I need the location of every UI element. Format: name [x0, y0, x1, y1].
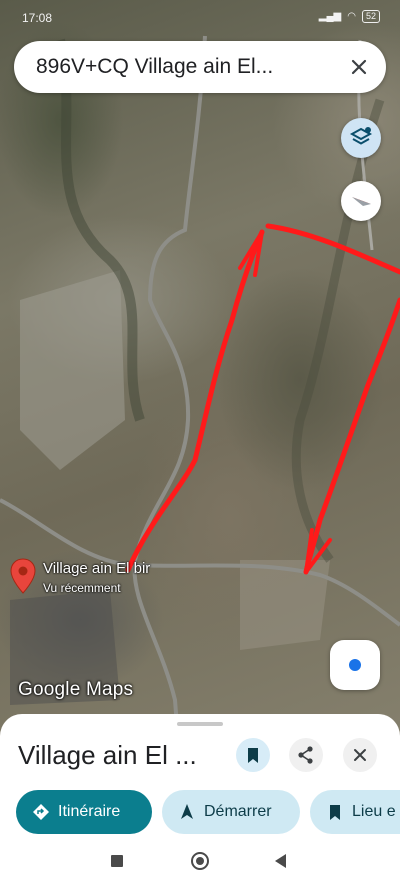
- share-icon: [298, 746, 313, 764]
- pin-label[interactable]: Village ain El bir: [43, 560, 150, 577]
- close-icon: [354, 749, 366, 761]
- directions-label: Itinéraire: [58, 803, 121, 820]
- place-title: Village ain El ...: [18, 740, 197, 770]
- satellite-map[interactable]: [0, 0, 400, 740]
- action-chips: Itinéraire Démarrer Lieu e: [0, 790, 400, 836]
- sheet-drag-handle[interactable]: [177, 722, 223, 726]
- directions-icon: [33, 804, 49, 820]
- back-button[interactable]: [275, 854, 286, 868]
- my-location-button[interactable]: [330, 640, 380, 690]
- map-pin-icon[interactable]: [10, 558, 36, 594]
- layers-icon: [349, 127, 373, 145]
- google-maps-attribution: Google Maps: [18, 679, 134, 700]
- status-bar: 17:08 ▂▄▆ ◠ 52: [0, 0, 400, 36]
- bookmark-icon: [330, 805, 340, 820]
- save-place-button[interactable]: Lieu e: [310, 790, 400, 834]
- signal-icon: ▂▄▆: [318, 11, 342, 22]
- status-time: 17:08: [22, 11, 53, 25]
- wifi-icon: ◠: [347, 11, 356, 22]
- share-button[interactable]: [289, 738, 323, 772]
- save-place-label: Lieu e: [352, 803, 396, 820]
- search-query[interactable]: 896V+CQ Village ain El...: [36, 55, 336, 79]
- compass-icon: [352, 197, 371, 206]
- battery-icon: 52: [361, 10, 380, 23]
- home-button[interactable]: [191, 852, 209, 870]
- map-overlay: [0, 35, 400, 740]
- status-icons: ▂▄▆ ◠ 52: [319, 10, 380, 23]
- compass-button[interactable]: [341, 181, 381, 221]
- close-place-button[interactable]: [343, 738, 377, 772]
- directions-button[interactable]: Itinéraire: [16, 790, 152, 834]
- save-button[interactable]: [236, 738, 270, 772]
- pin-sublabel: Vu récemment: [43, 581, 121, 595]
- bookmark-icon: [248, 748, 258, 763]
- place-sheet[interactable]: Village ain El ... Itinéraire Démarrer L…: [0, 714, 400, 842]
- recents-button[interactable]: [111, 855, 123, 867]
- location-dot-icon: [349, 659, 361, 671]
- close-icon[interactable]: [346, 54, 372, 80]
- system-nav-bar: [0, 842, 400, 888]
- layers-button[interactable]: [341, 118, 381, 158]
- search-bar[interactable]: 896V+CQ Village ain El...: [14, 41, 386, 93]
- navigation-arrow-icon: [181, 804, 193, 819]
- start-label: Démarrer: [204, 803, 272, 820]
- start-button[interactable]: Démarrer: [162, 790, 300, 834]
